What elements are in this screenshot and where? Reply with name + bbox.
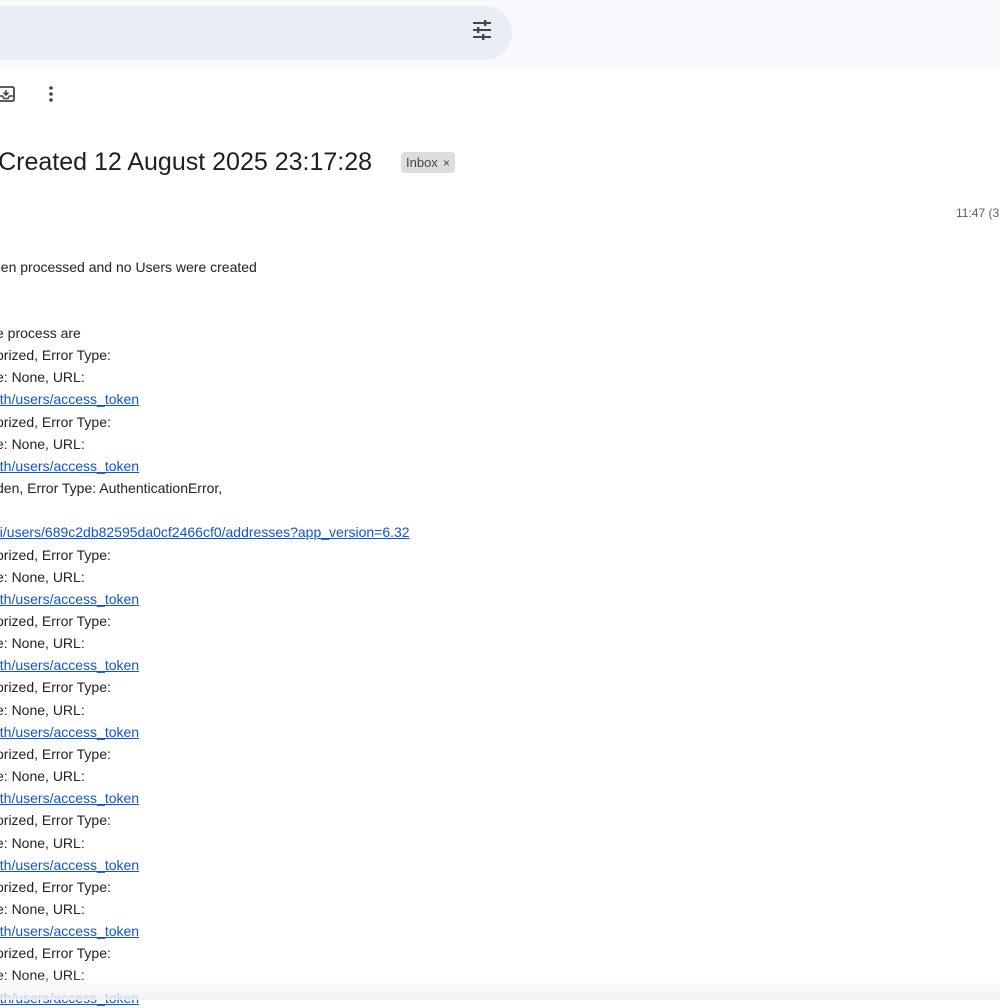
top-bar (0, 0, 1000, 70)
move-to-inbox-button[interactable] (0, 78, 24, 114)
label-text: Inbox (406, 155, 438, 170)
body-text-line: e: None, URL: (0, 568, 85, 585)
body-text-line: e: None, URL: (0, 768, 85, 784)
body-link[interactable]: uth/users/access_token (0, 389, 139, 409)
message-toolbar (0, 78, 200, 118)
search-box[interactable] (0, 6, 512, 60)
inbox-label-chip[interactable]: Inbox × (401, 152, 455, 173)
body-link[interactable]: pi/users/689c2db82595da0cf2466cf0/addres… (0, 522, 410, 542)
body-text-line: e: None, URL: (0, 701, 85, 718)
body-text-line: orized, Error Type: (0, 347, 111, 364)
body-text-line: e: None, URL: (0, 635, 85, 652)
body-link[interactable]: uth/users/access_token (0, 655, 139, 675)
body-text-line: orized, Error Type: (0, 546, 111, 563)
body-text-line: den, Error Type: AuthenticationError, (0, 480, 223, 496)
body-link[interactable]: uth/users/access_token (0, 921, 139, 941)
body-text-line: orized, Error Type: (0, 878, 111, 895)
body-text-line: e: None, URL: (0, 369, 85, 386)
more-options-button[interactable] (33, 78, 69, 114)
body-link[interactable]: uth/users/access_token (0, 855, 139, 875)
body-text-line: orized, Error Type: (0, 945, 111, 962)
move-to-inbox-icon (0, 84, 16, 109)
body-text-line: orized, Error Type: (0, 613, 111, 629)
body-text-line: e process are (0, 325, 81, 341)
bottom-fade (0, 975, 1000, 1000)
body-link[interactable]: uth/users/access_token (0, 788, 139, 808)
remove-label-icon[interactable]: × (443, 156, 450, 170)
body-text-line: orized, Error Type: (0, 745, 111, 762)
body-text-line: e: None, URL: (0, 834, 85, 851)
more-vert-icon (41, 84, 61, 109)
body-text-line: orized, Error Type: (0, 679, 111, 696)
body-text-line: orized, Error Type: (0, 812, 111, 829)
email-timestamp: 11:47 (3 (956, 206, 1000, 220)
body-text-line: e: None, URL: (0, 900, 85, 917)
body-text-line: een processed and no Users were created (0, 259, 257, 275)
body-link[interactable]: uth/users/access_token (0, 589, 139, 609)
search-options-button[interactable] (462, 12, 502, 52)
body-link[interactable]: uth/users/access_token (0, 456, 139, 476)
tune-icon (470, 18, 494, 47)
body-text-line: orized, Error Type: (0, 413, 111, 430)
email-subject: (s) Created 12 August 2025 23:17:28 (0, 148, 373, 176)
body-text-line: e: None, URL: (0, 435, 85, 452)
body-link[interactable]: uth/users/access_token (0, 722, 139, 742)
